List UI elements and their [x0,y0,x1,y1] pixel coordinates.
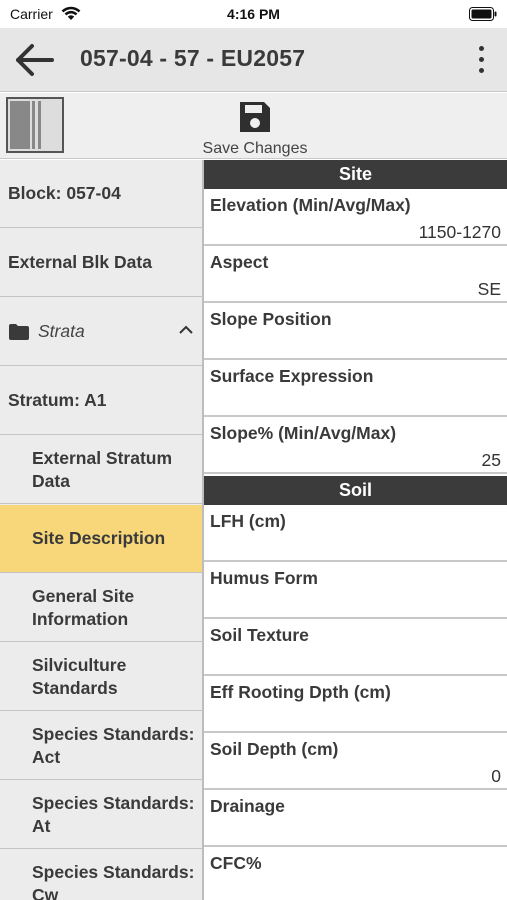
sidebar-item-species-standards-act[interactable]: Species Standards: Act [0,712,202,780]
field-slope-position[interactable]: Slope Position [204,303,507,360]
sidebar-item-label: Stratum: A1 [8,390,107,410]
battery-icon [469,7,497,26]
chevron-up-icon[interactable] [178,324,194,336]
site-description-form: Site Elevation (Min/Avg/Max) 1150-1270 A… [204,160,507,900]
field-humus-form[interactable]: Humus Form [204,562,507,619]
field-label: Eff Rooting Dpth (cm) [210,682,391,702]
back-button[interactable] [12,40,56,80]
field-value: 1150-1270 [418,222,501,242]
sidebar-item-strata[interactable]: Strata [0,298,202,366]
sidebar-item-label: Strata [38,321,85,341]
field-label: Surface Expression [210,366,374,386]
field-label: Soil Texture [210,625,309,645]
sidebar-item-species-standards-cw[interactable]: Species Standards: Cw [0,850,202,900]
app-bar: 057-04 - 57 - EU2057 [0,28,507,92]
page-title: 057-04 - 57 - EU2057 [80,45,306,71]
field-value: 25 [481,450,501,470]
field-label: Elevation (Min/Avg/Max) [210,195,411,215]
field-elevation[interactable]: Elevation (Min/Avg/Max) 1150-1270 [204,189,507,246]
field-slope-percent[interactable]: Slope% (Min/Avg/Max) 25 [204,417,507,474]
field-aspect[interactable]: Aspect SE [204,246,507,303]
field-label: LFH (cm) [210,511,286,531]
more-options-button[interactable] [475,42,487,78]
sidebar-item-site-description[interactable]: Site Description [0,505,202,573]
field-soil-depth[interactable]: Soil Depth (cm) 0 [204,733,507,790]
sidebar-nav: Block: 057-04 External Blk Data Strata S… [0,160,204,900]
field-cfc-percent[interactable]: CFC% [204,847,507,900]
split-panel-icon [10,101,30,149]
sidebar-item-label: General Site Information [32,585,135,629]
field-soil-texture[interactable]: Soil Texture [204,619,507,676]
section-header-soil: Soil [204,476,507,505]
sidebar-item-stratum-a1[interactable]: Stratum: A1 [0,367,202,435]
field-label: Aspect [210,252,269,272]
field-label: Soil Depth (cm) [210,739,339,759]
sidebar-item-label: Species Standards: At [32,792,195,836]
field-value: SE [477,279,501,299]
field-label: Humus Form [210,568,318,588]
sidebar-item-label: Species Standards: Cw [32,861,195,900]
save-icon [240,102,270,132]
status-bar: Carrier 4:16 PM [0,0,507,28]
sidebar-item-external-stratum-data[interactable]: External Stratum Data [0,436,202,504]
save-changes-label: Save Changes [202,140,308,157]
sidebar-item-general-site-information[interactable]: General Site Information [0,574,202,642]
sidebar-item-label: Silviculture Standards [32,654,127,698]
more-vert-icon [479,46,484,51]
field-surface-expression[interactable]: Surface Expression [204,360,507,417]
sidebar-item-external-blk-data[interactable]: External Blk Data [0,229,202,297]
sidebar-item-silviculture-standards[interactable]: Silviculture Standards [0,643,202,711]
section-header-site: Site [204,160,507,189]
field-label: Slope% (Min/Avg/Max) [210,423,397,443]
field-label: CFC% [210,853,262,873]
back-arrow-icon [16,44,54,76]
split-panel-toggle[interactable] [6,97,64,153]
folder-icon [9,323,29,340]
toolbar: Save Changes [0,93,507,159]
sidebar-item-label: Block: 057-04 [8,183,121,203]
sidebar-item-label: External Blk Data [8,252,152,272]
field-lfh[interactable]: LFH (cm) [204,505,507,562]
sidebar-item-species-standards-at[interactable]: Species Standards: At [0,781,202,849]
save-changes-button[interactable]: Save Changes [196,97,314,157]
sidebar-item-label: External Stratum Data [32,447,173,491]
field-eff-rooting-depth[interactable]: Eff Rooting Dpth (cm) [204,676,507,733]
field-drainage[interactable]: Drainage [204,790,507,847]
field-label: Slope Position [210,309,332,329]
sidebar-item-label: Site Description [32,528,166,548]
sidebar-item-label: Species Standards: Act [32,723,195,767]
sidebar-item-block[interactable]: Block: 057-04 [0,160,202,228]
field-label: Drainage [210,796,285,816]
status-time: 4:16 PM [227,6,280,22]
field-value: 0 [491,766,501,786]
